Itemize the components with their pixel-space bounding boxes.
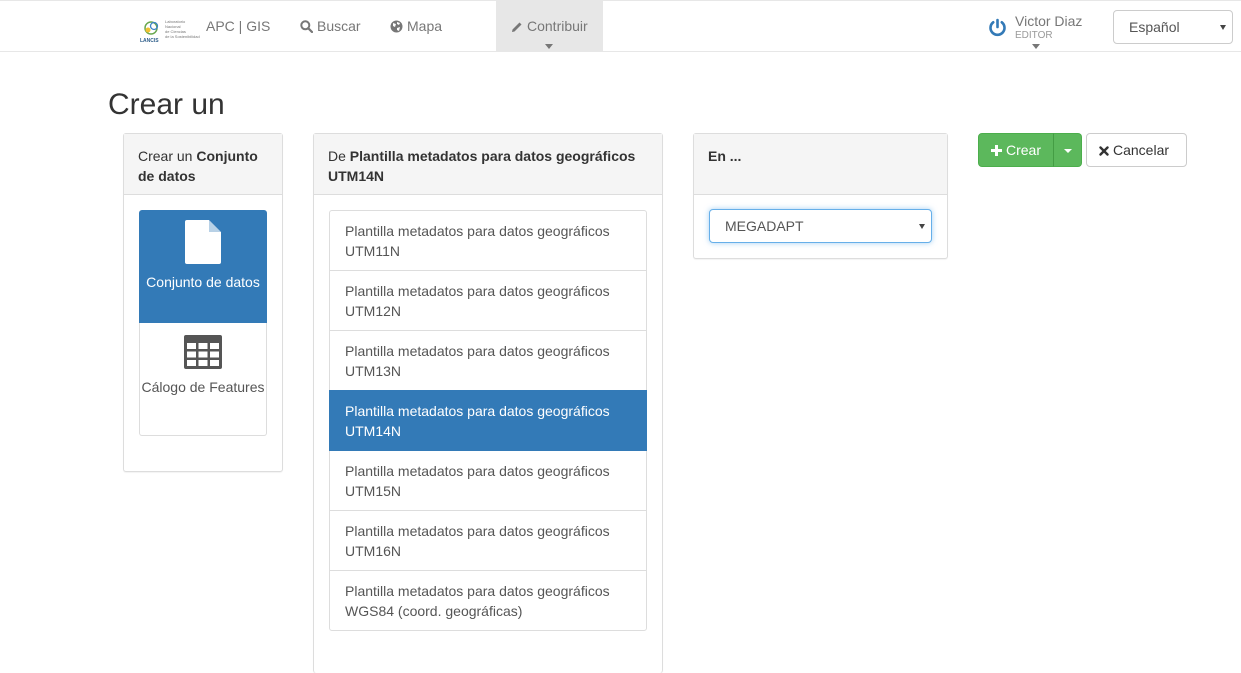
user-menu-caret-icon[interactable] xyxy=(1032,44,1040,49)
create-button-label: Crear xyxy=(1006,142,1042,158)
lancis-logo[interactable]: LANCIS Laboratorio Nacional de Ciencias … xyxy=(140,17,200,45)
search-icon xyxy=(300,20,314,34)
globe-icon xyxy=(390,20,403,33)
group-heading: En ... xyxy=(694,134,947,195)
record-type-panel: Crear un Conjunto de datos Conjunto de d… xyxy=(123,133,283,472)
template-item-utm16n[interactable]: Plantilla metadatos para datos geográfic… xyxy=(329,510,647,571)
group-select[interactable]: MEGADAPT xyxy=(709,209,932,243)
nav-map[interactable]: Mapa xyxy=(390,1,442,52)
template-list: Plantilla metadatos para datos geográfic… xyxy=(329,210,647,631)
group-select-value: MEGADAPT xyxy=(725,218,804,234)
file-icon xyxy=(185,220,221,264)
table-icon xyxy=(184,335,222,369)
page-title: Crear un xyxy=(108,88,225,121)
user-role: EDITOR xyxy=(1015,30,1053,41)
create-options-toggle[interactable] xyxy=(1053,133,1082,167)
close-icon xyxy=(1099,146,1109,156)
template-item-utm11n[interactable]: Plantilla metadatos para datos geográfic… xyxy=(329,210,647,271)
cancel-button[interactable]: Cancelar xyxy=(1086,133,1187,167)
language-select-value: Español xyxy=(1129,19,1180,35)
logo-brand: LANCIS xyxy=(140,38,159,44)
record-type-heading: Crear un Conjunto de datos xyxy=(124,134,282,195)
language-select[interactable]: Español xyxy=(1113,10,1233,44)
tile-dataset[interactable]: Conjunto de datos xyxy=(139,210,267,323)
caret-down-icon xyxy=(1064,149,1072,153)
logo-mark-icon xyxy=(144,21,159,35)
logo-subtitle: Laboratorio Nacional de Ciencias de la S… xyxy=(165,19,200,39)
nav-search[interactable]: Buscar xyxy=(300,1,361,52)
template-item-utm13n[interactable]: Plantilla metadatos para datos geográfic… xyxy=(329,330,647,391)
plus-icon xyxy=(991,145,1002,156)
nav-contribute-label: Contribuir xyxy=(527,18,588,34)
pencil-icon xyxy=(512,22,522,32)
contribute-caret-icon xyxy=(545,44,553,49)
nav-search-label: Buscar xyxy=(317,18,361,34)
power-icon[interactable] xyxy=(988,18,1007,37)
cancel-button-label: Cancelar xyxy=(1113,142,1170,158)
group-panel: En ... MEGADAPT xyxy=(693,133,948,259)
template-item-wgs84[interactable]: Plantilla metadatos para datos geográfic… xyxy=(329,570,647,631)
create-button[interactable]: Crear xyxy=(978,133,1054,167)
tile-feature-catalog[interactable]: Cálogo de Features xyxy=(139,323,267,436)
template-item-utm15n[interactable]: Plantilla metadatos para datos geográfic… xyxy=(329,450,647,511)
nav-map-label: Mapa xyxy=(407,18,443,34)
tile-feature-catalog-label: Cálogo de Features xyxy=(141,379,265,395)
top-navbar: LANCIS Laboratorio Nacional de Ciencias … xyxy=(0,0,1241,52)
template-panel: De Plantilla metadatos para datos geográ… xyxy=(313,133,663,673)
template-item-utm12n[interactable]: Plantilla metadatos para datos geográfic… xyxy=(329,270,647,331)
tile-dataset-label: Conjunto de datos xyxy=(146,274,260,290)
chevron-down-icon xyxy=(919,224,925,229)
user-name[interactable]: Victor Diaz xyxy=(1015,13,1082,29)
chevron-down-icon xyxy=(1220,25,1226,30)
template-heading: De Plantilla metadatos para datos geográ… xyxy=(314,134,662,195)
site-name-link[interactable]: APC | GIS xyxy=(206,1,270,52)
template-item-utm14n[interactable]: Plantilla metadatos para datos geográfic… xyxy=(329,390,647,451)
